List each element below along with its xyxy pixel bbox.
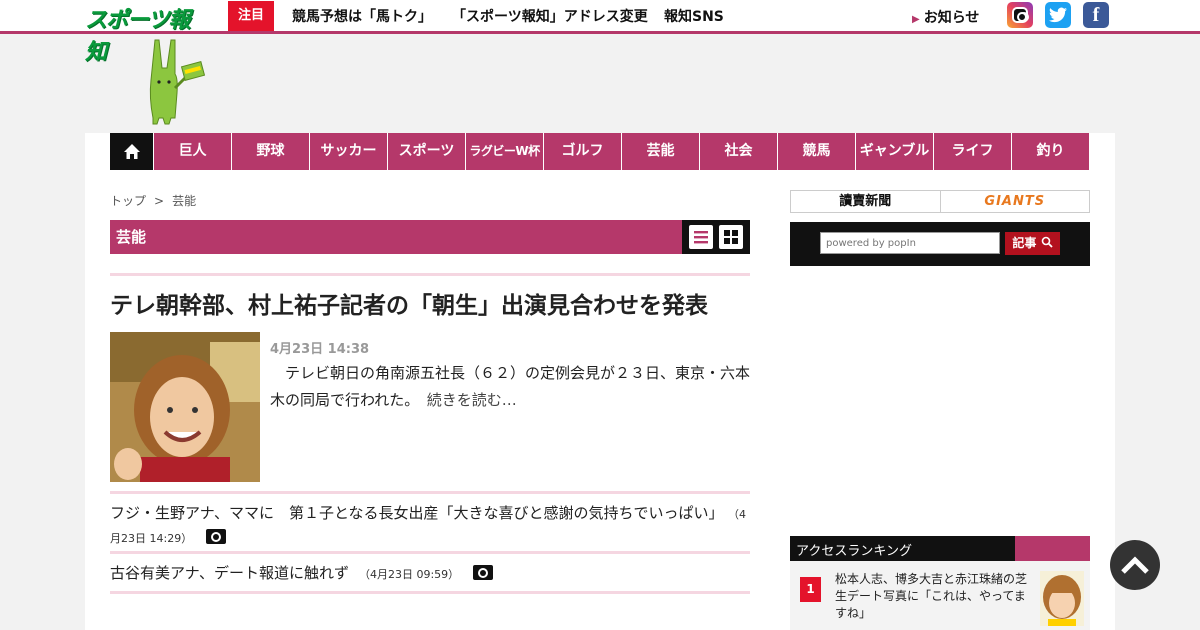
search-icon	[1041, 236, 1053, 250]
header-link-sns[interactable]: 報知SNS	[664, 6, 724, 26]
article-title: フジ・生野アナ、ママに 第１子となる長女出産「大きな喜びと感謝の気持ちでいっぱい…	[110, 504, 724, 522]
breadcrumb-home[interactable]: トップ	[110, 194, 146, 208]
rank-number: 1	[800, 577, 821, 602]
divider	[110, 551, 750, 554]
facebook-icon[interactable]: f	[1083, 2, 1109, 28]
nav-item-baseball[interactable]: 野球	[231, 133, 309, 170]
top-bar: スポーツ報知 注目 競馬予想は「馬トク」 「スポーツ報知」アドレス変更 報知SN…	[0, 0, 1200, 65]
lead-summary: テレビ朝日の角南源五社長（６２）の定例会見が２３日、東京・六本木の同局で行われた…	[270, 364, 751, 409]
ranking-header: アクセスランキング	[790, 536, 1090, 561]
chevron-up-icon	[1121, 556, 1149, 574]
nav-item-rugby[interactable]: ラグビーW杯	[465, 133, 543, 170]
view-toggle	[682, 220, 750, 254]
home-icon	[123, 144, 140, 159]
breadcrumb-current: 芸能	[172, 194, 197, 208]
lead-headline[interactable]: テレ朝幹部、村上祐子記者の「朝生」出演見合わせを発表	[110, 286, 750, 320]
search-box: 記事	[790, 222, 1090, 266]
list-icon	[694, 231, 708, 244]
list-item[interactable]: フジ・生野アナ、ママに 第１子となる長女出産「大きな喜びと感謝の気持ちでいっぱい…	[110, 502, 750, 550]
nav-item-life[interactable]: ライフ	[933, 133, 1011, 170]
category-nav: 巨人 野球 サッカー スポーツ ラグビーW杯 ゴルフ 芸能 社会 競馬 ギャンブ…	[110, 133, 1089, 170]
mascot-character	[145, 38, 210, 130]
nav-item-gamble[interactable]: ギャンブル	[855, 133, 933, 170]
instagram-icon[interactable]	[1007, 2, 1033, 28]
notice-link[interactable]: ▶ お知らせ	[912, 7, 979, 27]
article-title: 古谷有美アナ、デート報道に触れず	[110, 564, 349, 582]
nav-item-horse-racing[interactable]: 競馬	[777, 133, 855, 170]
twitter-icon[interactable]	[1045, 2, 1071, 28]
camera-icon	[473, 565, 494, 580]
nav-item-entertainment[interactable]: 芸能	[621, 133, 699, 170]
divider	[110, 273, 750, 276]
read-more-link[interactable]: 続きを読む…	[427, 391, 517, 409]
nav-item-sports[interactable]: スポーツ	[387, 133, 465, 170]
search-button[interactable]: 記事	[1005, 232, 1060, 255]
lead-thumbnail[interactable]	[110, 332, 260, 482]
nav-item-soccer[interactable]: サッカー	[309, 133, 387, 170]
grid-icon	[724, 230, 738, 244]
partner-links: 讀賣新聞 GIANTS	[790, 190, 1090, 213]
section-header: 芸能	[110, 220, 750, 254]
yomiuri-link[interactable]: 讀賣新聞	[791, 191, 941, 212]
nav-item-fishing[interactable]: 釣り	[1011, 133, 1089, 170]
nav-item-society[interactable]: 社会	[699, 133, 777, 170]
grid-view-button[interactable]	[719, 225, 743, 249]
nav-home-button[interactable]	[110, 133, 153, 170]
featured-badge: 注目	[228, 1, 274, 31]
nav-item-golf[interactable]: ゴルフ	[543, 133, 621, 170]
triangle-right-icon: ▶	[912, 14, 920, 25]
breadcrumb: トップ > 芸能	[110, 194, 197, 208]
nav-item-giants[interactable]: 巨人	[153, 133, 231, 170]
article-time: （4月23日 09:59）	[358, 568, 460, 581]
site-logo[interactable]: スポーツ報知	[85, 2, 210, 65]
camera-icon	[206, 529, 227, 544]
divider	[110, 591, 750, 594]
section-title: 芸能	[116, 228, 147, 246]
lead-date: 4月23日 14:38	[270, 342, 370, 357]
header-link-address-change[interactable]: 「スポーツ報知」アドレス変更	[452, 6, 648, 26]
ranking-item[interactable]: 1 松本人志、博多大吉と赤江珠緒の芝生デート写真に「これは、やってますね」	[790, 561, 1090, 630]
ranking-item-title: 松本人志、博多大吉と赤江珠緒の芝生デート写真に「これは、やってますね」	[835, 572, 1028, 620]
page-top-button[interactable]	[1110, 540, 1160, 590]
ranking-thumbnail	[1040, 571, 1084, 626]
list-view-button[interactable]	[689, 225, 713, 249]
search-input[interactable]	[820, 232, 1000, 254]
ranking-title: アクセスランキング	[796, 544, 912, 559]
divider	[110, 491, 750, 494]
header-link-umatoku[interactable]: 競馬予想は「馬トク」	[292, 6, 432, 26]
list-item[interactable]: 古谷有美アナ、デート報道に触れず （4月23日 09:59）	[110, 562, 750, 586]
giants-link[interactable]: GIANTS	[941, 191, 1090, 212]
